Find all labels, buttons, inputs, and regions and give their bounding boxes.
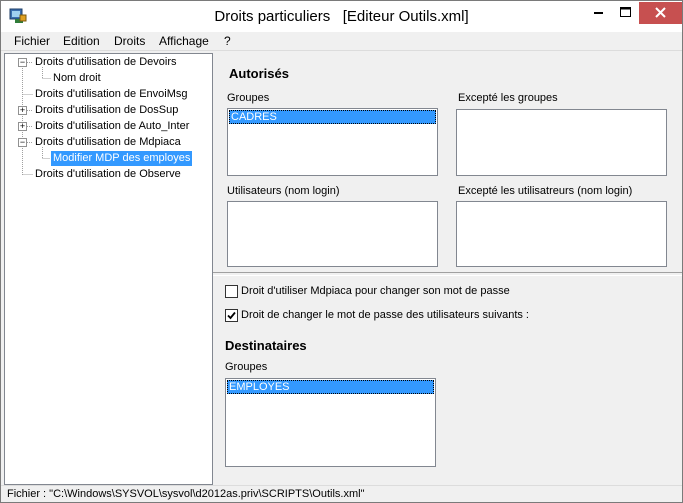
self-change-checkbox-row[interactable]: Droit d'utiliser Mdpiaca pour changer so… — [225, 284, 665, 300]
close-icon[interactable] — [639, 2, 682, 24]
utilisateurs-listbox[interactable] — [227, 201, 438, 267]
main-window: Droits particuliers [Editeur Outils.xml]… — [0, 0, 683, 503]
rights-tree[interactable]: − Droits d'utilisation de Devoirs Nom dr… — [4, 53, 213, 485]
tree-node-nom-droit[interactable]: Nom droit — [51, 70, 103, 86]
tree-node-devoirs[interactable]: Droits d'utilisation de Devoirs — [33, 54, 179, 70]
others-change-checkbox[interactable] — [225, 309, 238, 322]
tree-node-modifier-mdp[interactable]: Modifier MDP des employes — [49, 150, 194, 167]
dest-groupes-label: Groupes — [225, 361, 268, 373]
tree-node-label: Modifier MDP des employes — [49, 150, 194, 167]
groupes-label: Groupes — [227, 92, 270, 104]
utilisateurs-label: Utilisateurs (nom login) — [227, 185, 340, 197]
tree-node-label: Droits d'utilisation de DosSup — [35, 104, 179, 116]
maximize-icon[interactable] — [612, 2, 639, 24]
tree-node-label: Droits d'utilisation de Devoirs — [35, 56, 177, 68]
minimize-icon[interactable] — [585, 2, 612, 24]
tree-node-observe[interactable]: Droits d'utilisation de Observe — [33, 166, 183, 182]
status-bar: Fichier : "C:\Windows\SYSVOL\sysvol\d201… — [1, 485, 682, 502]
menu-help[interactable]: ? — [220, 34, 235, 49]
destinataires-heading: Destinataires — [225, 338, 307, 353]
checkmark-icon — [227, 311, 236, 320]
tree-node-auto-inter[interactable]: Droits d'utilisation de Auto_Inter — [33, 118, 191, 134]
list-item[interactable]: CADRES — [229, 110, 436, 124]
tree-node-label: Droits d'utilisation de Mdpiaca — [35, 136, 181, 148]
status-file-path: Fichier : "C:\Windows\SYSVOL\sysvol\d201… — [7, 488, 365, 500]
menu-bar: Fichier Edition Droits Affichage ? — [1, 32, 682, 51]
expand-icon[interactable]: + — [18, 122, 27, 131]
menu-edition[interactable]: Edition — [59, 34, 104, 49]
tree-node-label: Droits d'utilisation de Auto_Inter — [35, 120, 190, 132]
self-change-label: Droit d'utiliser Mdpiaca pour changer so… — [241, 285, 510, 297]
except-groupes-label: Excepté les groupes — [458, 92, 558, 104]
options-panel: Droit d'utiliser Mdpiaca pour changer so… — [213, 276, 682, 485]
menu-affichage[interactable]: Affichage — [155, 34, 213, 49]
tree-node-mdpiaca[interactable]: Droits d'utilisation de Mdpiaca — [33, 134, 183, 150]
list-item[interactable]: EMPLOYES — [227, 380, 434, 394]
tree-node-label: Droits d'utilisation de Observe — [35, 168, 181, 180]
except-utilisateurs-listbox[interactable] — [456, 201, 667, 267]
others-change-checkbox-row[interactable]: Droit de changer le mot de passe des uti… — [225, 308, 665, 324]
self-change-checkbox[interactable] — [225, 285, 238, 298]
except-utilisateurs-label: Excepté les utilisatreurs (nom login) — [458, 185, 633, 197]
except-groupes-listbox[interactable] — [456, 109, 667, 176]
others-change-label: Droit de changer le mot de passe des uti… — [241, 309, 529, 321]
tree-node-dossup[interactable]: Droits d'utilisation de DosSup — [33, 102, 180, 118]
tree-node-label: Nom droit — [53, 72, 101, 84]
menu-droits[interactable]: Droits — [110, 34, 149, 49]
collapse-icon[interactable]: − — [18, 138, 27, 147]
groupes-listbox[interactable]: CADRES — [227, 108, 438, 176]
autorises-panel: Autorisés Groupes CADRES Excepté les gro… — [213, 53, 682, 272]
tree-node-envoimsg[interactable]: Droits d'utilisation de EnvoiMsg — [33, 86, 190, 102]
expand-icon[interactable]: + — [18, 106, 27, 115]
menu-fichier[interactable]: Fichier — [10, 34, 54, 49]
window-title: Droits particuliers [Editeur Outils.xml] — [214, 8, 469, 25]
tree-node-label: Droits d'utilisation de EnvoiMsg — [35, 88, 188, 100]
dest-groupes-listbox[interactable]: EMPLOYES — [225, 378, 436, 467]
title-bar[interactable]: Droits particuliers [Editeur Outils.xml] — [1, 1, 682, 32]
collapse-icon[interactable]: − — [18, 58, 27, 67]
autorises-heading: Autorisés — [229, 66, 289, 81]
